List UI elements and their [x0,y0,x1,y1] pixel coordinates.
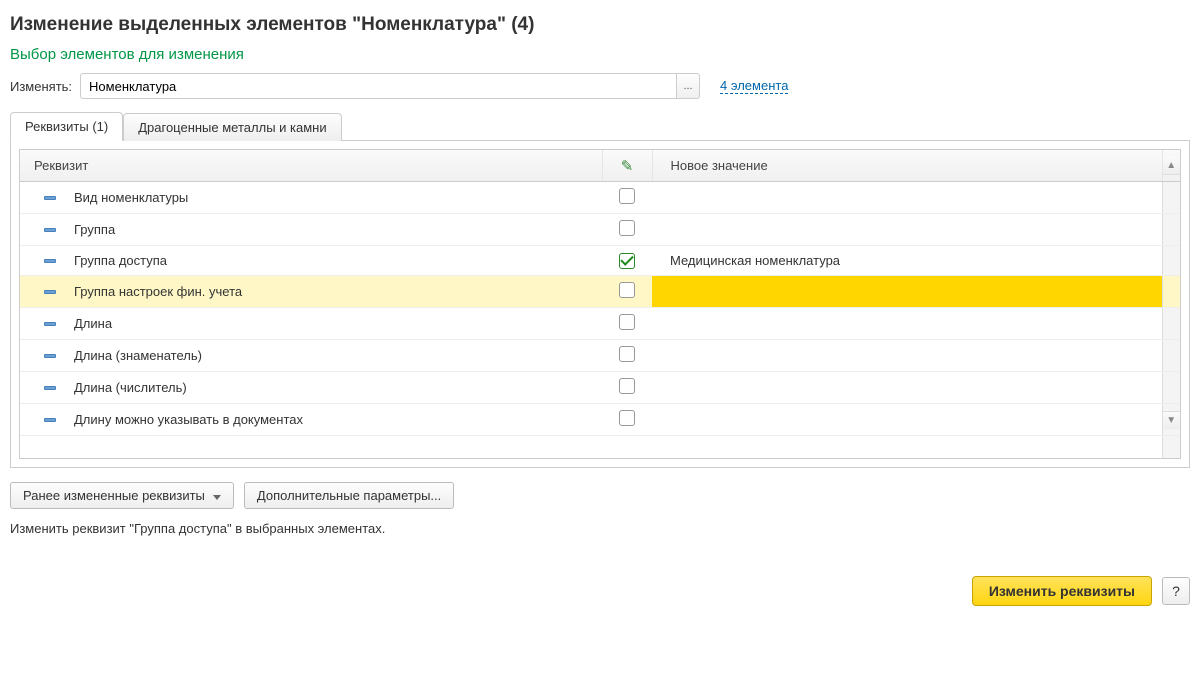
new-value-cell[interactable] [652,404,1162,436]
new-value-cell[interactable]: Медицинская номенклатура [652,246,1162,276]
pencil-icon [621,159,634,174]
prev-changed-label: Ранее измененные реквизиты [23,488,205,503]
scrollbar-track[interactable] [1162,340,1180,372]
edit-checkbox[interactable] [619,188,635,204]
tab-attributes[interactable]: Реквизиты (1) [10,112,123,141]
change-input-wrap: ... [80,73,700,99]
edit-checkbox[interactable] [619,346,635,362]
change-input[interactable] [80,73,676,99]
item-icon [44,322,56,326]
item-icon [44,418,56,422]
change-label: Изменять: [10,79,72,94]
edit-flag-cell[interactable] [602,372,652,404]
item-icon [44,290,56,294]
new-value-cell[interactable] [652,308,1162,340]
table-row[interactable]: Вид номенклатуры [20,182,1180,214]
attribute-name: Длина (числитель) [74,380,187,395]
edit-checkbox[interactable] [619,220,635,236]
footer: Изменить реквизиты ? [10,576,1190,606]
col-new-value-header[interactable]: Новое значение [652,150,1162,182]
attribute-cell[interactable]: Группа [20,214,602,246]
scrollbar-track[interactable] [1162,276,1180,308]
edit-flag-cell[interactable] [602,308,652,340]
new-value-cell[interactable] [652,340,1162,372]
edit-checkbox[interactable] [619,378,635,394]
table-row[interactable]: Длина [20,308,1180,340]
scroll-down-icon[interactable]: ▼ [1163,411,1181,429]
edit-flag-cell[interactable] [602,404,652,436]
elements-count-link[interactable]: 4 элемента [720,78,788,94]
scrollbar-header: ▲ [1162,150,1180,182]
edit-flag-cell[interactable] [602,182,652,214]
change-picker-button[interactable]: ... [676,73,700,99]
table-row[interactable]: Длину можно указывать в документах ▼ [20,404,1180,436]
attribute-cell[interactable]: Длина [20,308,602,340]
tab-body: Реквизит Новое значение ▲ Вид номенклату… [10,140,1190,468]
attribute-name: Длину можно указывать в документах [74,412,303,427]
help-button[interactable]: ? [1162,577,1190,605]
new-value-cell[interactable] [652,182,1162,214]
scrollbar-track[interactable]: ▼ [1162,404,1180,436]
attribute-name: Группа [74,222,115,237]
col-edit-header[interactable] [602,150,652,182]
page-title: Изменение выделенных элементов "Номенкла… [10,14,1190,36]
chevron-down-icon [211,488,221,503]
attributes-grid: Реквизит Новое значение ▲ Вид номенклату… [19,149,1181,459]
item-icon [44,228,56,232]
tab-strip: Реквизиты (1) Драгоценные металлы и камн… [10,111,1190,141]
new-value-cell[interactable] [652,372,1162,404]
attribute-cell[interactable]: Группа доступа [20,246,602,276]
edit-checkbox[interactable] [619,282,635,298]
item-icon [44,354,56,358]
toolbar-row: Ранее измененные реквизиты Дополнительны… [10,482,1190,509]
attribute-cell[interactable]: Группа настроек фин. учета [20,276,602,308]
attribute-name: Вид номенклатуры [74,190,188,205]
change-row: Изменять: ... 4 элемента [10,73,1190,99]
scrollbar-track[interactable] [1162,246,1180,276]
status-text: Изменить реквизит "Группа доступа" в выб… [10,521,1190,536]
scroll-up-icon[interactable]: ▲ [1163,157,1181,175]
item-icon [44,196,56,200]
edit-checkbox[interactable] [619,314,635,330]
scrollbar-track[interactable] [1162,308,1180,340]
attribute-cell[interactable]: Длина (знаменатель) [20,340,602,372]
attribute-name: Длина (знаменатель) [74,348,202,363]
table-row[interactable]: Группа [20,214,1180,246]
scrollbar-track[interactable] [1162,372,1180,404]
edit-checkbox[interactable] [619,410,635,426]
attribute-cell[interactable]: Вид номенклатуры [20,182,602,214]
additional-params-button[interactable]: Дополнительные параметры... [244,482,454,509]
attribute-name: Группа доступа [74,253,167,268]
new-value-cell[interactable] [652,276,1162,308]
edit-flag-cell[interactable] [602,276,652,308]
section-subtitle: Выбор элементов для изменения [10,46,1190,63]
edit-flag-cell[interactable] [602,214,652,246]
edit-flag-cell[interactable] [602,246,652,276]
table-row[interactable]: Группа настроек фин. учета [20,276,1180,308]
prev-changed-button[interactable]: Ранее измененные реквизиты [10,482,234,509]
edit-checkbox[interactable] [619,253,635,269]
item-icon [44,386,56,390]
col-attribute-header[interactable]: Реквизит [20,150,602,182]
apply-button[interactable]: Изменить реквизиты [972,576,1152,606]
attribute-cell[interactable]: Длина (числитель) [20,372,602,404]
attribute-cell[interactable]: Длину можно указывать в документах [20,404,602,436]
edit-flag-cell[interactable] [602,340,652,372]
table-row[interactable]: Длина (числитель) [20,372,1180,404]
table-row [20,436,1180,458]
table-row[interactable]: Длина (знаменатель) [20,340,1180,372]
scrollbar-track[interactable] [1162,182,1180,214]
attribute-name: Группа настроек фин. учета [74,284,242,299]
item-icon [44,259,56,263]
tab-precious-metals[interactable]: Драгоценные металлы и камни [123,113,341,141]
new-value-cell[interactable] [652,214,1162,246]
scrollbar-track[interactable] [1162,214,1180,246]
table-row[interactable]: Группа доступа Медицинская номенклатура [20,246,1180,276]
attribute-name: Длина [74,316,112,331]
